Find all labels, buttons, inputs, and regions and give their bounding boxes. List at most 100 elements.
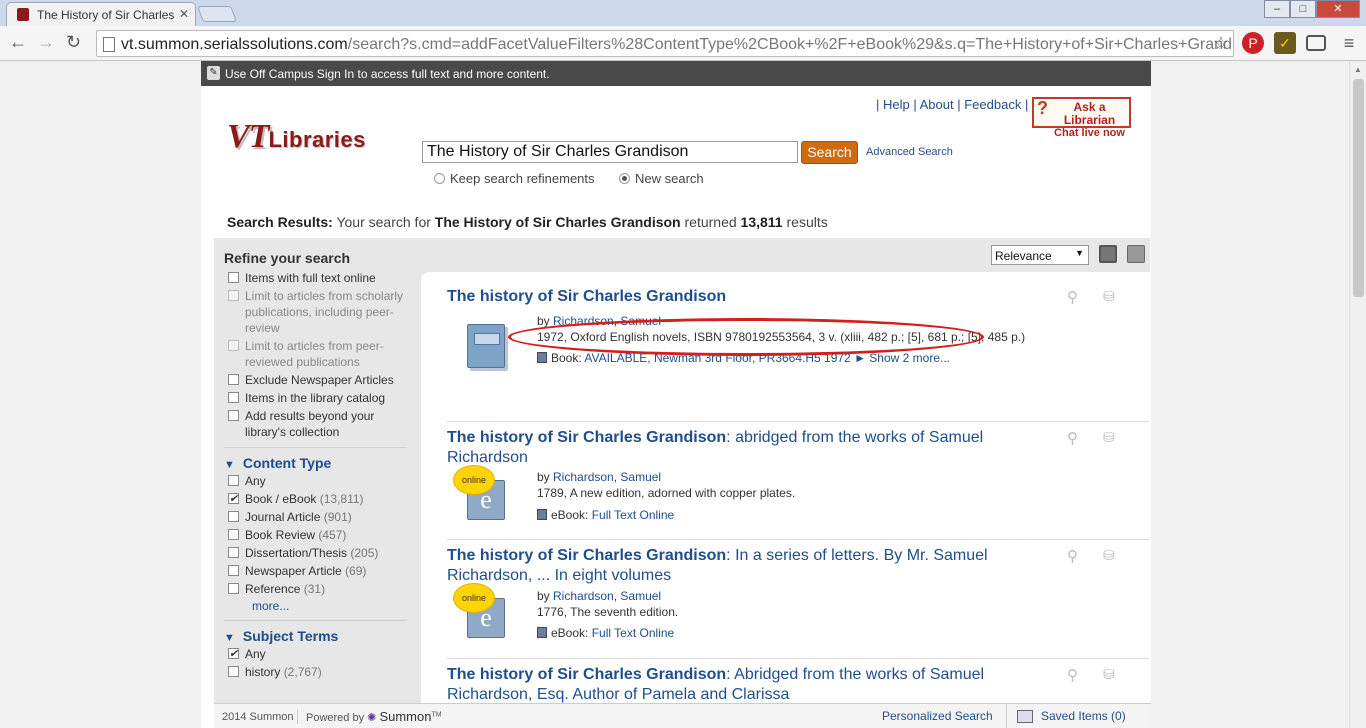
book-small-icon xyxy=(537,352,547,363)
result-author: by Richardson, Samuel xyxy=(537,589,662,603)
result-title[interactable]: The history of Sir Charles Grandison: ab… xyxy=(447,428,1007,468)
ask-label: Ask a Librarian xyxy=(1063,100,1116,127)
url-domain: vt.summon.serialssolutions.com xyxy=(121,36,348,53)
new-search-radio[interactable]: New search xyxy=(619,171,704,186)
advanced-search-link[interactable]: Advanced Search xyxy=(866,146,953,158)
extension-icon[interactable]: ✓ xyxy=(1274,32,1296,54)
scrollbar-thumb[interactable] xyxy=(1353,79,1364,297)
filter-peer-reviewed[interactable]: Limit to articles from peer-reviewed pub… xyxy=(224,338,404,370)
personalized-search-link[interactable]: Personalized Search xyxy=(882,709,993,723)
about-link[interactable]: About xyxy=(920,97,954,112)
content-type-book[interactable]: Book / eBook (13,811) xyxy=(224,491,404,507)
content-type-journal[interactable]: Journal Article (901) xyxy=(224,509,404,525)
top-links: | Help | About | Feedback | xyxy=(876,97,1029,112)
result-title[interactable]: The history of Sir Charles Grandison: In… xyxy=(447,546,1007,586)
saved-items-link[interactable]: Saved Items (0) xyxy=(1006,704,1151,728)
question-icon: ? xyxy=(1037,98,1048,118)
sort-select[interactable]: Relevance ▼ xyxy=(991,245,1089,265)
help-link[interactable]: Help xyxy=(883,97,910,112)
keep-refinements-radio[interactable]: Keep search refinements xyxy=(434,171,595,186)
content-type-newspaper[interactable]: Newspaper Article (69) xyxy=(224,563,404,579)
result-meta: 1789, A new edition, adorned with copper… xyxy=(537,486,796,500)
content-type-any[interactable]: Any xyxy=(224,473,404,489)
browser-toolbar: ← → ↻ vt.summon.serialssolutions.com/sea… xyxy=(0,26,1366,61)
save-item-icon[interactable]: ⛁ xyxy=(1103,288,1115,305)
feedback-link[interactable]: Feedback xyxy=(964,97,1021,112)
result-title[interactable]: The history of Sir Charles Grandison: Ab… xyxy=(447,665,1007,705)
offcampus-text[interactable]: Use Off Campus Sign In to access full te… xyxy=(225,67,550,81)
cast-icon[interactable] xyxy=(1306,35,1326,51)
new-tab-button[interactable] xyxy=(197,6,237,22)
divider xyxy=(447,421,1149,422)
subject-history[interactable]: history (2,767) xyxy=(224,664,404,680)
online-badge: online xyxy=(457,469,491,491)
book-icon xyxy=(467,324,505,368)
subject-terms-heading[interactable]: ▼ Subject Terms xyxy=(224,628,420,644)
content-type-more-link[interactable]: more... xyxy=(224,599,420,613)
ebook-small-icon xyxy=(537,509,547,520)
result-availability: eBook: Full Text Online xyxy=(537,626,674,640)
result-title[interactable]: The history of Sir Charles Grandison xyxy=(447,287,1007,307)
full-text-link[interactable]: Full Text Online xyxy=(592,626,674,640)
content-type-dissertation[interactable]: Dissertation/Thesis (205) xyxy=(224,545,404,561)
folder-icon xyxy=(1017,710,1033,723)
chevron-down-icon: ▼ xyxy=(1075,248,1084,258)
browser-tab[interactable]: The History of Sir Charles ✕ xyxy=(6,2,196,26)
url-path: /search?s.cmd=addFacetValueFilters%28Con… xyxy=(347,36,1234,53)
full-text-link[interactable]: Full Text Online xyxy=(592,508,674,522)
filter-full-text[interactable]: Items with full text online xyxy=(224,270,404,286)
filter-library-catalog[interactable]: Items in the library catalog xyxy=(224,390,404,406)
result-meta: 1776, The seventh edition. xyxy=(537,605,679,619)
divider xyxy=(224,620,406,621)
results-area: Refine your search Items with full text … xyxy=(214,238,1150,708)
save-item-icon[interactable]: ⛁ xyxy=(1103,547,1115,564)
divider xyxy=(224,447,406,448)
refine-sidebar: Refine your search Items with full text … xyxy=(214,238,420,708)
pinterest-icon[interactable]: P xyxy=(1242,32,1264,54)
footer-bar: 2014 Summon Powered by ✺ SummonTM Person… xyxy=(214,703,1151,728)
save-item-icon[interactable]: ⛁ xyxy=(1103,666,1115,683)
minimize-button[interactable]: – xyxy=(1264,0,1290,18)
preview-magnifier-icon[interactable]: ⚲ xyxy=(1067,547,1078,565)
results-list: The history of Sir Charles Grandison ⚲ ⛁… xyxy=(421,272,1150,708)
content-type-reference[interactable]: Reference (31) xyxy=(224,581,404,597)
bookmark-star-icon[interactable]: ☆ xyxy=(1213,33,1229,54)
annotation-circle xyxy=(508,318,984,356)
result-availability: eBook: Full Text Online xyxy=(537,508,674,522)
maximize-button[interactable]: □ xyxy=(1290,0,1316,18)
preview-magnifier-icon[interactable]: ⚲ xyxy=(1067,429,1078,447)
divider xyxy=(447,658,1149,659)
subject-any[interactable]: Any xyxy=(224,646,404,662)
close-window-button[interactable]: ✕ xyxy=(1316,0,1360,18)
ebook-small-icon xyxy=(537,627,547,638)
reload-button[interactable]: ↻ xyxy=(66,33,81,51)
filter-exclude-newspaper[interactable]: Exclude Newspaper Articles xyxy=(224,372,404,388)
search-button[interactable]: Search xyxy=(801,141,858,164)
search-input[interactable]: The History of Sir Charles Grandison xyxy=(422,141,798,163)
scroll-up-icon[interactable]: ▲ xyxy=(1354,65,1362,74)
favicon-icon xyxy=(17,8,29,21)
rss-icon[interactable] xyxy=(1127,245,1145,263)
browser-tabbar: The History of Sir Charles ✕ – □ ✕ xyxy=(0,0,1366,26)
print-icon[interactable] xyxy=(1099,245,1117,263)
preview-magnifier-icon[interactable]: ⚲ xyxy=(1067,666,1078,684)
filter-beyond-collection[interactable]: Add results beyond your library's collec… xyxy=(224,408,404,440)
chat-label: Chat live now xyxy=(1054,127,1125,139)
save-item-icon[interactable]: ⛁ xyxy=(1103,429,1115,446)
vertical-scrollbar[interactable]: ▲ xyxy=(1349,61,1366,728)
offcampus-bar: ✎ Use Off Campus Sign In to access full … xyxy=(201,61,1151,86)
copyright: 2014 Summon xyxy=(222,711,294,723)
vt-libraries-logo[interactable]: VTLibraries xyxy=(227,118,366,156)
ask-librarian-button[interactable]: ? Ask a Librarian Chat live now xyxy=(1032,97,1131,139)
window-controls: – □ ✕ xyxy=(1264,0,1360,18)
content-type-book-review[interactable]: Book Review (457) xyxy=(224,527,404,543)
menu-icon[interactable]: ≡ xyxy=(1338,32,1360,54)
filter-scholarly[interactable]: Limit to articles from scholarly publica… xyxy=(224,288,404,336)
back-button[interactable]: ← xyxy=(9,33,27,51)
preview-magnifier-icon[interactable]: ⚲ xyxy=(1067,288,1078,306)
tab-close-icon[interactable]: ✕ xyxy=(179,7,189,21)
address-bar[interactable]: vt.summon.serialssolutions.com/search?s.… xyxy=(96,30,1234,57)
content-type-heading[interactable]: ▼ Content Type xyxy=(224,455,420,471)
triangle-down-icon: ▼ xyxy=(224,632,235,644)
forward-button[interactable]: → xyxy=(37,33,55,51)
